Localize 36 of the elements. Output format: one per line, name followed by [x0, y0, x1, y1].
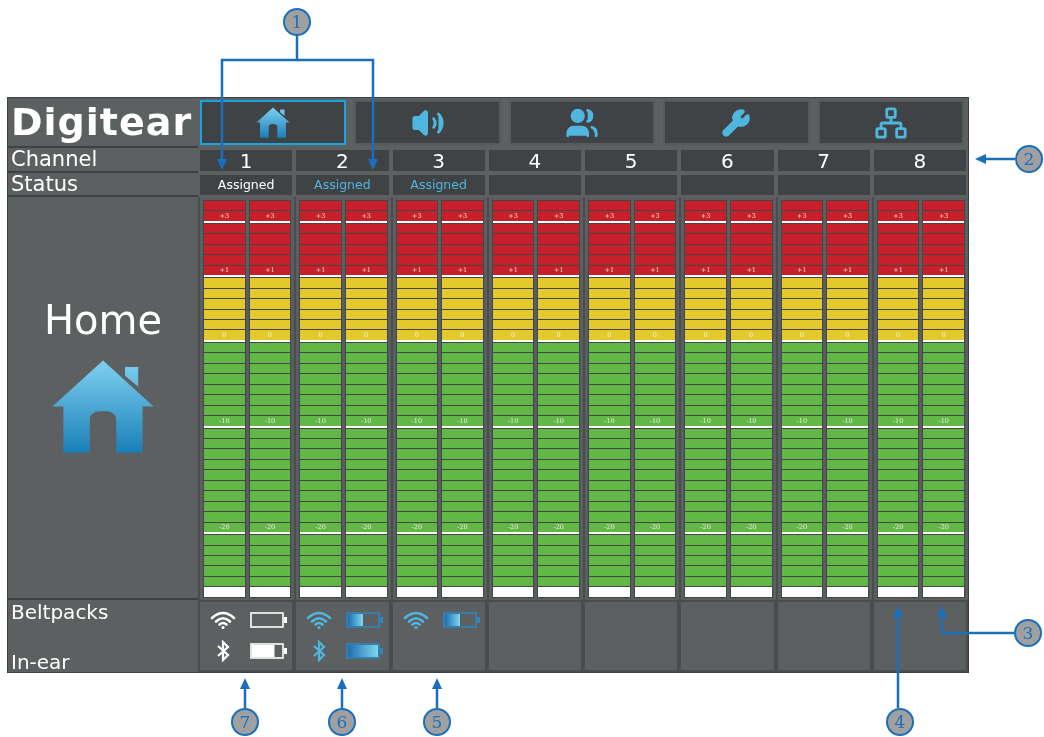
channel-number: 2: [336, 150, 349, 171]
status-text: Assigned: [217, 178, 275, 192]
callout-badge: 5: [423, 708, 451, 736]
channel-number: 6: [721, 150, 734, 171]
nav-tab[interactable]: [200, 100, 347, 145]
in-ear-label: In-ear: [11, 652, 70, 672]
channel-number: 5: [624, 150, 638, 171]
callout-badge: 7: [231, 708, 259, 736]
wrench-icon: [721, 107, 752, 138]
channel-number: 4: [528, 150, 542, 171]
callout-badge: 2: [1015, 145, 1043, 173]
logo: Digitear: [11, 103, 193, 141]
nav-tab[interactable]: [817, 100, 965, 145]
channel-label: Channel: [11, 149, 98, 170]
callout-badge: 4: [886, 708, 914, 736]
status-text: Assigned: [410, 178, 467, 192]
callout-arrow: [240, 678, 250, 708]
page-title: Home: [43, 300, 163, 340]
beltpacks-label: Beltpacks: [11, 602, 109, 622]
callout-badge: 3: [1014, 619, 1042, 647]
home-icon: [255, 106, 292, 139]
callout-badge: 1: [283, 8, 311, 36]
callout-arrow: [432, 678, 442, 708]
nav-tab[interactable]: [354, 100, 501, 145]
nav-tab[interactable]: [508, 100, 656, 145]
status-text: Assigned: [314, 178, 371, 192]
status-label: Status: [11, 173, 78, 195]
channel-number: 8: [913, 150, 927, 171]
network-icon: [873, 105, 908, 140]
nav-tab[interactable]: [663, 100, 810, 145]
channel-number: 7: [817, 150, 830, 171]
callout-badge: 6: [328, 708, 356, 736]
callout-arrow: [975, 154, 1015, 164]
channel-number: 3: [432, 150, 445, 171]
channel-number: 1: [239, 150, 253, 171]
callout-arrow: [337, 678, 347, 708]
